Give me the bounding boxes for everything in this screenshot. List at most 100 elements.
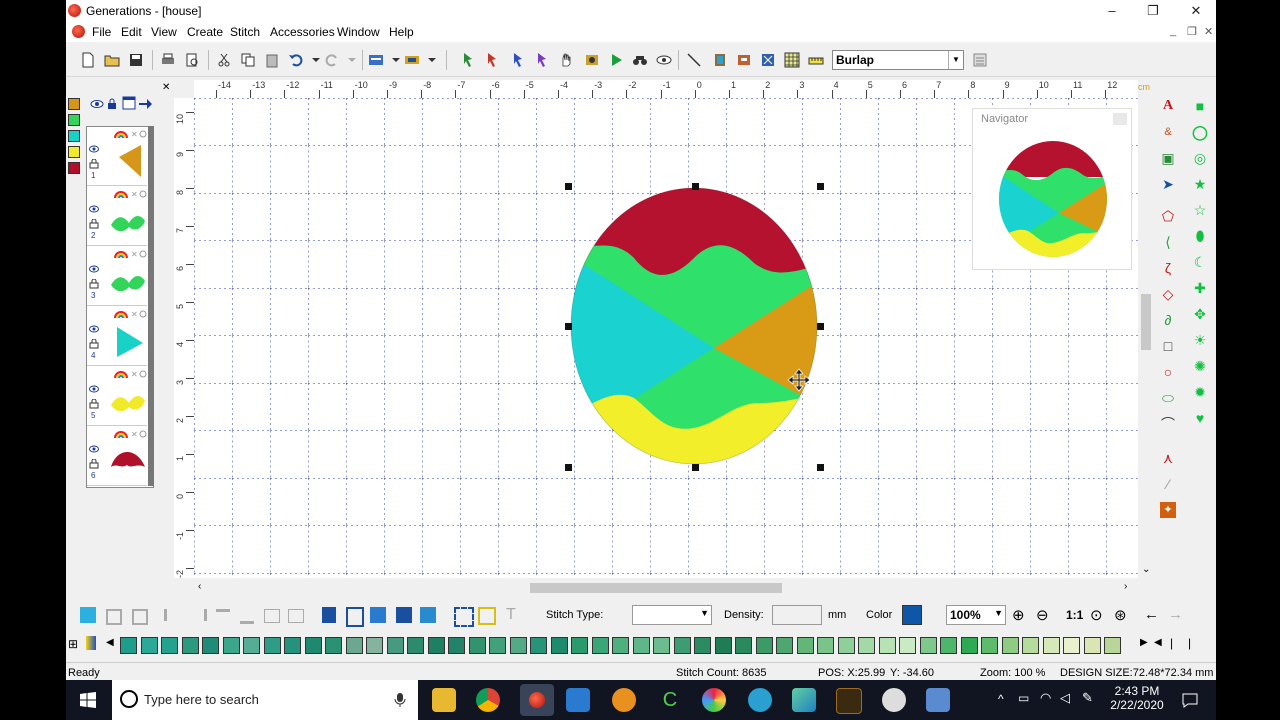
palette-color-cell[interactable]	[673, 637, 691, 654]
palette-color-cell[interactable]	[755, 637, 773, 654]
palette-color-cell[interactable]	[120, 637, 137, 654]
play-icon[interactable]	[608, 52, 624, 68]
restore-button[interactable]: ❐	[1141, 2, 1165, 20]
navigator-panel[interactable]: Navigator	[972, 108, 1132, 270]
vertical-scroll-thumb[interactable]	[1141, 294, 1151, 350]
palette-menu-icon[interactable]: ⊞	[68, 637, 78, 651]
palette-color-cell[interactable]	[858, 637, 875, 654]
grid-icon[interactable]	[784, 52, 800, 68]
menu-view[interactable]: View	[151, 25, 177, 39]
scroll-right-icon[interactable]: ›	[1124, 581, 1127, 592]
palette-color-cell[interactable]	[796, 637, 814, 654]
palette-color-cell[interactable]	[427, 637, 445, 654]
layer-properties-icon[interactable]	[122, 96, 136, 110]
tray-chevron-up-icon[interactable]: ^	[998, 692, 1004, 706]
mdi-minimize-button[interactable]: _	[1170, 25, 1176, 37]
palette-color-cell[interactable]	[899, 637, 916, 654]
layers-scrollbar[interactable]	[148, 126, 154, 486]
palette-color-cell[interactable]	[263, 637, 281, 654]
thread-swatch-red[interactable]	[68, 162, 80, 174]
layer-thumbnail[interactable]	[87, 427, 151, 485]
palette-color-cell[interactable]	[550, 637, 568, 654]
density-input[interactable]	[772, 605, 822, 625]
ruler-corner[interactable]	[174, 80, 194, 98]
rotate-icon[interactable]	[370, 607, 386, 623]
app-icon-flower[interactable]	[702, 688, 726, 712]
menu-file[interactable]: File	[92, 25, 111, 39]
palette-color-cell[interactable]	[919, 637, 937, 654]
handle-top-left[interactable]	[565, 183, 572, 190]
group-icon[interactable]	[322, 607, 336, 623]
palette-scroll-left-icon[interactable]: ◀	[106, 637, 114, 648]
palette-color-cell[interactable]	[489, 637, 506, 654]
circle-shape-icon[interactable]: ◯	[1192, 124, 1208, 140]
satin-path-icon[interactable]: ∂	[1160, 312, 1176, 328]
layer-thumbnail[interactable]	[87, 307, 151, 365]
palette-color-cell[interactable]	[776, 637, 793, 654]
layer-thumbnail[interactable]	[87, 187, 151, 245]
sun-shape-icon[interactable]: ☀	[1192, 332, 1208, 348]
palette-color-cell[interactable]	[878, 637, 896, 654]
palette-color-cell[interactable]	[1042, 637, 1060, 654]
layer-item[interactable]: 3 ✕	[87, 247, 147, 306]
menu-edit[interactable]: Edit	[121, 25, 142, 39]
star-filled-icon[interactable]: ★	[1192, 176, 1208, 192]
align-top-icon[interactable]	[216, 609, 230, 624]
palette-color-cell[interactable]	[222, 637, 240, 654]
fabric-select[interactable]: Burlap ▼	[832, 50, 964, 70]
print-preview-icon[interactable]	[184, 52, 200, 68]
palette-color-cell[interactable]	[571, 637, 588, 654]
navigator-preview[interactable]	[993, 137, 1113, 261]
menu-create[interactable]: Create	[187, 25, 223, 39]
app-icon-feather[interactable]	[792, 688, 816, 712]
zoom-fit-icon[interactable]: ⊙	[1090, 606, 1103, 624]
palette-color-cell[interactable]	[981, 637, 998, 654]
palette-color-cell[interactable]	[509, 637, 527, 654]
palette-color-cell[interactable]	[530, 637, 547, 654]
palette-color-cell[interactable]	[1083, 637, 1101, 654]
palette-prev-page-icon[interactable]: ◀	[1154, 637, 1162, 648]
align-right-icon[interactable]	[190, 609, 207, 621]
lettering-icon[interactable]: A	[1160, 98, 1176, 114]
zoom-all-icon[interactable]: ⊛	[1114, 606, 1127, 624]
fill-tool-icon[interactable]: ➤	[1160, 176, 1176, 192]
needle-icon[interactable]	[686, 52, 702, 68]
thread-swatch-green[interactable]	[68, 114, 80, 126]
photo-stitch-icon[interactable]: ▣	[1160, 150, 1176, 166]
palette-color-cell[interactable]	[468, 637, 486, 654]
print-icon[interactable]	[160, 52, 176, 68]
handle-top-right[interactable]	[817, 183, 824, 190]
chevron-down-icon[interactable]: ▼	[994, 608, 1003, 618]
vertical-scrollbar[interactable]: ⌄	[1138, 98, 1154, 580]
handle-left[interactable]	[565, 323, 572, 330]
distribute-vertical-icon[interactable]	[288, 609, 304, 623]
monogram-icon[interactable]: &	[1160, 124, 1176, 140]
palette-color-cell[interactable]	[632, 637, 650, 654]
palette-color-cell[interactable]	[284, 637, 301, 654]
align-left-icon[interactable]	[164, 609, 181, 621]
mdi-close-button[interactable]: ✕	[1204, 25, 1213, 38]
chevron-down-icon[interactable]: ▼	[948, 51, 963, 69]
star-outline-icon[interactable]: ☆	[1192, 202, 1208, 218]
scroll-down-icon[interactable]: ⌄	[1142, 564, 1150, 575]
palette-color-cell[interactable]	[1001, 637, 1019, 654]
zoom-out-icon[interactable]: ⊖	[1036, 606, 1049, 624]
minimize-button[interactable]: –	[1100, 2, 1124, 20]
layer-item[interactable]: 5 ✕	[87, 367, 147, 426]
app-icon-green-c[interactable]: C	[658, 688, 682, 712]
ellipse-tool-icon[interactable]: ⬭	[1160, 390, 1176, 406]
reshape-tool-icon[interactable]	[484, 52, 500, 68]
horizontal-scroll-thumb[interactable]	[530, 583, 782, 593]
select-region-icon[interactable]	[454, 607, 474, 627]
ruler-icon[interactable]	[808, 52, 824, 68]
menu-help[interactable]: Help	[389, 25, 414, 39]
layer-item[interactable]: 1 ✕	[87, 127, 147, 186]
special-effects-icon[interactable]: ✦	[1160, 502, 1176, 518]
applique-icon[interactable]: ◇	[1160, 286, 1176, 302]
redo-icon[interactable]	[324, 52, 340, 68]
zoom-in-icon[interactable]: ⊕	[1012, 606, 1025, 624]
paste-icon[interactable]	[264, 52, 280, 68]
transform-icon[interactable]	[760, 52, 776, 68]
scroll-left-icon[interactable]: ‹	[198, 581, 201, 592]
close-button[interactable]: ✕	[1184, 2, 1208, 20]
